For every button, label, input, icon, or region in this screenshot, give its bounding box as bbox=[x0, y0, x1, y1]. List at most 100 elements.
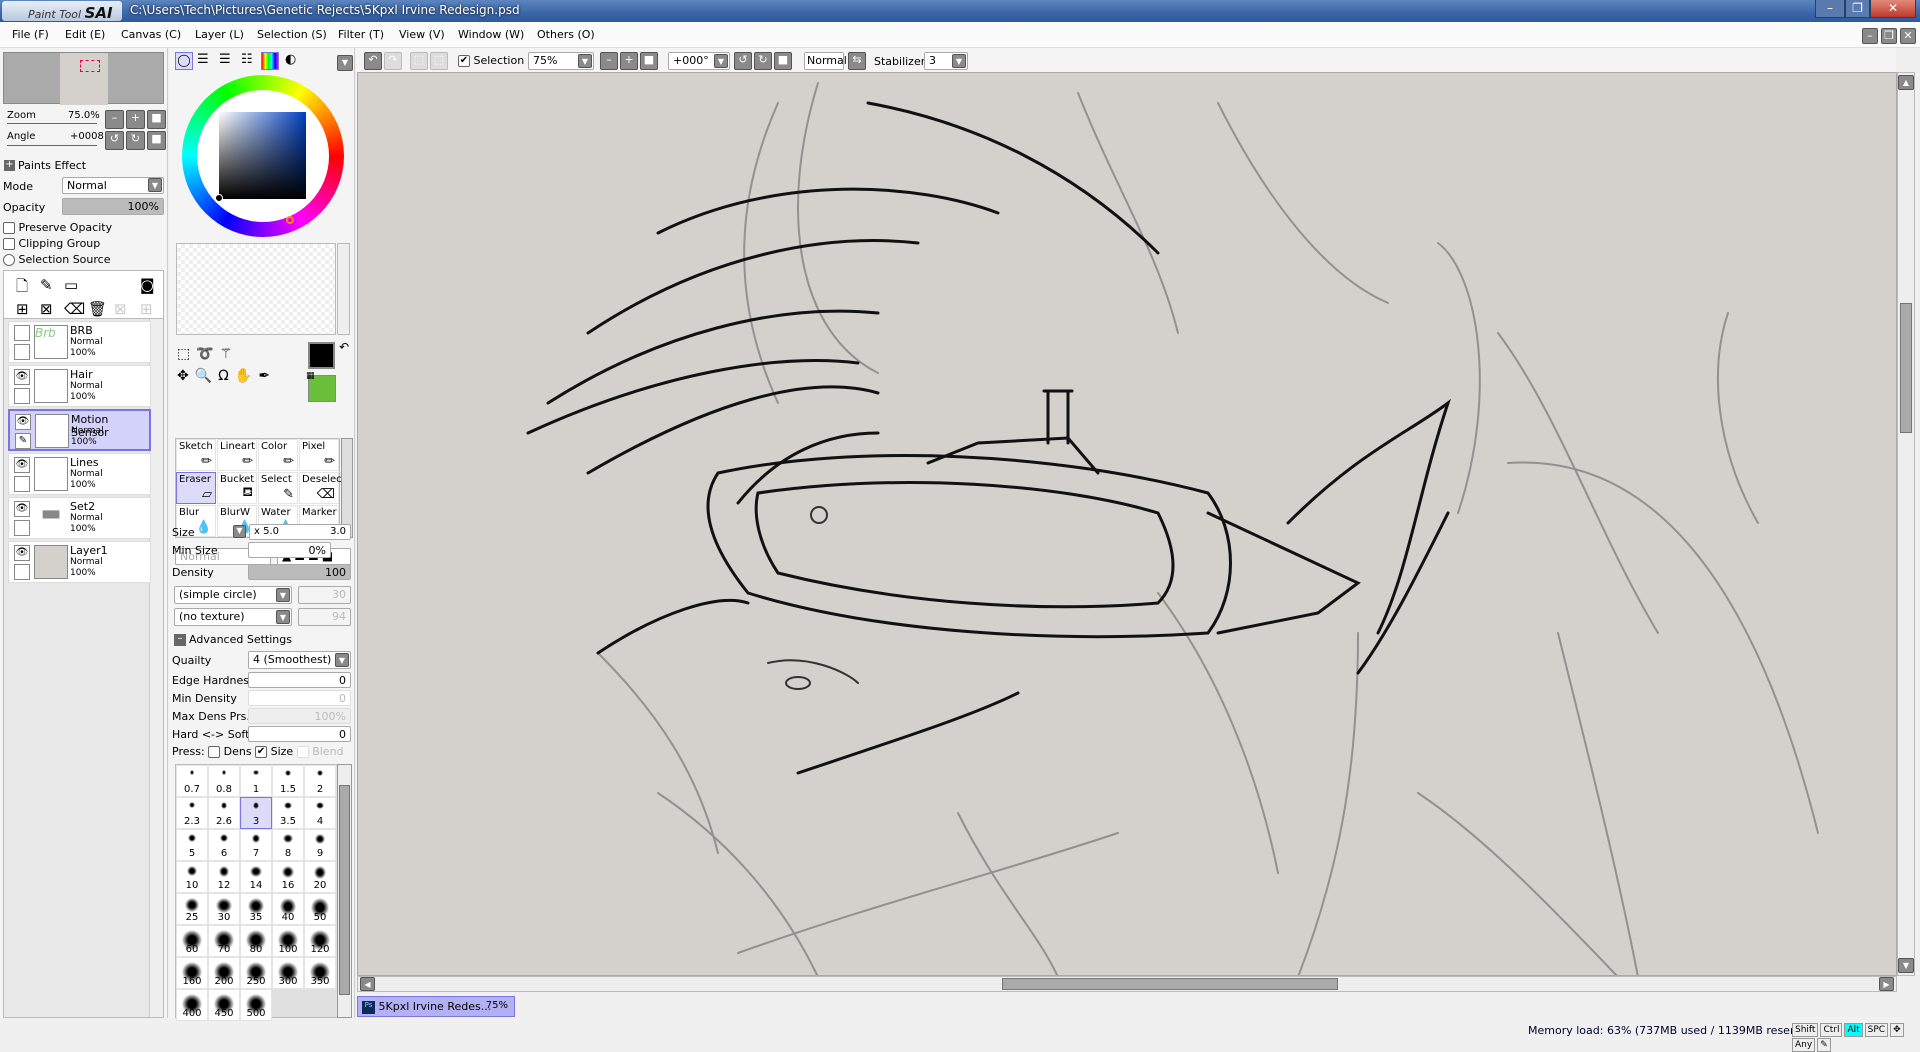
redo-button[interactable]: ↷ bbox=[384, 52, 402, 70]
eyedropper-icon[interactable]: ✒ bbox=[258, 368, 276, 384]
brush-texture-strength[interactable]: 94 bbox=[298, 608, 351, 626]
color-picker-marker[interactable] bbox=[215, 194, 223, 202]
menu-filter[interactable]: Filter (T) bbox=[338, 28, 384, 41]
brush-tool-sketch[interactable]: Sketch ✏ bbox=[176, 439, 216, 471]
primary-color-swatch[interactable] bbox=[308, 342, 335, 369]
menu-others[interactable]: Others (O) bbox=[537, 28, 595, 41]
rect-select-icon[interactable]: ⬚ bbox=[177, 346, 196, 362]
swatches-tab[interactable] bbox=[261, 52, 279, 70]
move-icon[interactable]: ✥ bbox=[177, 368, 195, 384]
doc-restore-button[interactable]: ❐ bbox=[1881, 28, 1897, 44]
rotate-reset-button[interactable]: ■ bbox=[147, 131, 166, 150]
brush-size-option[interactable]: 25 bbox=[176, 893, 208, 925]
brush-size-option[interactable]: 50 bbox=[304, 893, 336, 925]
brush-size-option[interactable]: 1.5 bbox=[272, 765, 304, 797]
brush-size-option[interactable]: 14 bbox=[240, 861, 272, 893]
zoom-slider[interactable] bbox=[7, 123, 97, 124]
brush-size-option[interactable]: 10 bbox=[176, 861, 208, 893]
brush-size-option[interactable]: 16 bbox=[272, 861, 304, 893]
size-field[interactable]: x 5.0 3.0 bbox=[249, 524, 351, 540]
doc-close-button[interactable]: ✕ bbox=[1900, 28, 1916, 44]
brush-size-option[interactable]: 35 bbox=[240, 893, 272, 925]
layer-mode-select[interactable]: Normal ▼ bbox=[62, 177, 164, 194]
brush-size-option[interactable]: 20 bbox=[304, 861, 336, 893]
menu-canvas[interactable]: Canvas (C) bbox=[121, 28, 181, 41]
menu-selection[interactable]: Selection (S) bbox=[257, 28, 327, 41]
eye-icon[interactable]: 👁 bbox=[14, 545, 30, 561]
canvas-horizontal-scrollbar[interactable]: ◀ ▶ bbox=[357, 976, 1897, 992]
new-linework-layer-icon[interactable]: ✎ bbox=[40, 276, 53, 294]
zoom-select[interactable]: 75% ▼ bbox=[528, 52, 594, 70]
hand-tool-icon[interactable]: ✋ bbox=[235, 368, 258, 384]
menu-window[interactable]: Window (W) bbox=[458, 28, 524, 41]
collapse-icon[interactable]: – bbox=[174, 634, 186, 646]
stabilizer-select[interactable]: 3 ▼ bbox=[924, 52, 968, 70]
brush-size-option[interactable]: 500 bbox=[240, 989, 272, 1021]
navigator-preview[interactable] bbox=[3, 52, 164, 105]
visibility-toggle[interactable] bbox=[14, 325, 30, 341]
preserve-opacity-checkbox[interactable]: Preserve Opacity bbox=[3, 221, 112, 234]
new-folder-icon[interactable]: ▭ bbox=[64, 276, 78, 294]
selection-source-radio[interactable]: Selection Source bbox=[3, 253, 110, 266]
brush-size-option[interactable]: 250 bbox=[240, 957, 272, 989]
lock-toggle[interactable] bbox=[14, 344, 30, 360]
lock-toggle[interactable] bbox=[14, 388, 30, 404]
brush-size-option[interactable]: 70 bbox=[208, 925, 240, 957]
scratchpad-scrollbar[interactable] bbox=[337, 243, 350, 335]
new-layer-icon[interactable]: 🗋 bbox=[16, 276, 28, 301]
menu-edit[interactable]: Edit (E) bbox=[65, 28, 105, 41]
min-density-field[interactable]: 0 bbox=[248, 690, 351, 706]
clipping-group-checkbox[interactable]: Clipping Group bbox=[3, 237, 100, 250]
edge-hardness-field[interactable]: 0 bbox=[248, 672, 351, 688]
swap-colors-icon[interactable]: ↶ bbox=[339, 340, 349, 354]
brush-size-option[interactable]: 2 bbox=[304, 765, 336, 797]
brush-size-option[interactable]: 300 bbox=[272, 957, 304, 989]
brush-size-option[interactable]: 40 bbox=[272, 893, 304, 925]
toolbar-zoom-in-button[interactable]: + bbox=[620, 52, 638, 70]
brush-size-option[interactable]: 4 bbox=[304, 797, 336, 829]
layer-item[interactable]: 👁 Lines Normal 100% bbox=[8, 453, 151, 495]
press-dens-checkbox[interactable]: Dens bbox=[208, 745, 252, 758]
toolbar-zoom-reset-button[interactable]: ■ bbox=[640, 52, 658, 70]
zoom-in-button[interactable]: + bbox=[126, 110, 145, 129]
document-tab[interactable]: Ps 5Kpxl Irvine Redes... 75% bbox=[357, 996, 515, 1017]
delete-layer-icon[interactable]: 🗑 bbox=[88, 300, 107, 318]
brush-size-option[interactable]: 100 bbox=[272, 925, 304, 957]
brush-size-option[interactable]: 400 bbox=[176, 989, 208, 1021]
brush-shape-strength[interactable]: 30 bbox=[298, 586, 351, 604]
zoom-reset-button[interactable]: ■ bbox=[147, 110, 166, 129]
brush-tool-pixel[interactable]: Pixel ✏ bbox=[299, 439, 339, 471]
scratchpad[interactable] bbox=[176, 243, 336, 335]
transparent-color-icon[interactable]: ▦ bbox=[306, 371, 315, 381]
color-wheel-tab[interactable]: ◯ bbox=[175, 52, 193, 70]
brush-tool-color[interactable]: Color ✏ bbox=[258, 439, 298, 471]
zoom-tool-icon[interactable]: 🔍 bbox=[195, 368, 218, 384]
brush-size-option[interactable]: 0.7 bbox=[176, 765, 208, 797]
layer-opacity-slider[interactable]: 100% bbox=[62, 198, 164, 215]
toolbar-zoom-out-button[interactable]: – bbox=[600, 52, 618, 70]
clear-layer-icon[interactable]: ⌫ bbox=[64, 300, 85, 318]
brush-size-option[interactable]: 1 bbox=[240, 765, 272, 797]
saturation-value-square[interactable] bbox=[219, 112, 306, 199]
brush-size-option[interactable]: 160 bbox=[176, 957, 208, 989]
layer-mask-icon[interactable]: ◙ bbox=[140, 276, 155, 294]
brush-size-option[interactable]: 450 bbox=[208, 989, 240, 1021]
brush-tool-bucket[interactable]: Bucket ⛾ bbox=[217, 472, 257, 504]
brush-size-option[interactable]: 3 bbox=[240, 797, 272, 829]
brush-size-option[interactable]: 120 bbox=[304, 925, 336, 957]
press-blend-checkbox[interactable]: Blend bbox=[296, 745, 344, 758]
brush-size-option[interactable]: 7 bbox=[240, 829, 272, 861]
brush-size-scrollbar[interactable] bbox=[337, 764, 352, 1018]
eye-icon[interactable]: 👁 bbox=[14, 501, 30, 517]
angle-select[interactable]: +000° ▼ bbox=[668, 52, 730, 70]
rotate-tool-icon[interactable]: Ω bbox=[218, 368, 235, 384]
brush-tool-lineart[interactable]: Lineart ✏ bbox=[217, 439, 257, 471]
brush-size-option[interactable]: 80 bbox=[240, 925, 272, 957]
brush-size-option[interactable]: 350 bbox=[304, 957, 336, 989]
canvas[interactable] bbox=[357, 72, 1897, 976]
toolbar-rotate-right-button[interactable]: ↻ bbox=[754, 52, 772, 70]
brush-tool-select[interactable]: Select ✎ bbox=[258, 472, 298, 504]
brush-size-option[interactable]: 30 bbox=[208, 893, 240, 925]
rgb-slider-tab[interactable]: ☰ bbox=[197, 52, 209, 67]
brush-texture-select[interactable]: (no texture) ▼ bbox=[174, 608, 292, 626]
